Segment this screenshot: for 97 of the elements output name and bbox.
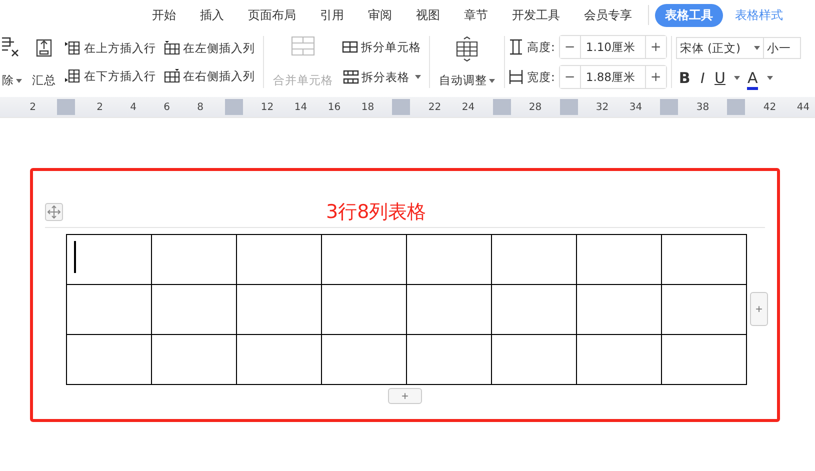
insert-button[interactable]: 在下方插入行	[65, 68, 156, 84]
table-cell[interactable]	[492, 234, 576, 284]
auto-fit-button[interactable]: 自动调整	[434, 30, 500, 94]
menu-tab[interactable]: 页面布局	[236, 6, 308, 24]
width-label: 宽度:	[527, 70, 555, 84]
table-cell[interactable]	[66, 284, 152, 334]
auto-fit-icon	[455, 36, 479, 62]
menu-tab[interactable]: 章节	[452, 6, 500, 24]
caret-icon	[16, 78, 22, 82]
delete-label: 除	[2, 73, 14, 88]
font-size-dropdown[interactable]: 小一	[764, 37, 801, 59]
ruler-number: 28	[528, 102, 543, 112]
table-cell[interactable]	[236, 234, 322, 284]
menu-tab[interactable]: 视图	[404, 6, 452, 24]
menu-tab[interactable]: 开发工具	[500, 6, 572, 24]
split-table-button[interactable]: 拆分表格	[342, 70, 420, 84]
table-cell[interactable]	[152, 284, 236, 334]
table-cell[interactable]	[236, 284, 322, 334]
ruler-number: 38	[695, 102, 710, 112]
ruler-number: 44	[796, 102, 811, 112]
table-cell[interactable]	[406, 234, 492, 284]
table-cell[interactable]	[406, 334, 492, 384]
caret-icon	[734, 76, 740, 80]
ruler-number: 32	[594, 102, 610, 112]
table-cell[interactable]	[576, 234, 662, 284]
ruler-number: 4	[129, 102, 138, 112]
column-marker[interactable]	[560, 99, 578, 115]
column-marker[interactable]	[392, 99, 410, 115]
insert-table-icon	[164, 41, 180, 55]
table-cell[interactable]	[322, 234, 406, 284]
table-cell[interactable]	[322, 284, 406, 334]
table-cell[interactable]	[152, 234, 236, 284]
delete-button[interactable]: 除	[2, 30, 27, 94]
insert-table-icon	[164, 69, 180, 83]
font-dropdown[interactable]: 宋体 (正文)	[676, 37, 764, 59]
menu-tab[interactable]: 审阅	[356, 6, 404, 24]
table-cell[interactable]	[152, 334, 236, 384]
caret-icon	[754, 46, 760, 50]
table-cell[interactable]	[66, 334, 152, 384]
ruler-number: 34	[628, 102, 644, 112]
insert-table-icon	[65, 69, 81, 83]
table-cell[interactable]	[662, 234, 746, 284]
ruler-number: 6	[162, 102, 171, 112]
ruler-number: 42	[762, 102, 778, 112]
row-height-icon	[509, 39, 523, 55]
ruler-number: 2	[96, 102, 104, 112]
menu-tab[interactable]: 插入	[188, 6, 236, 24]
ruler-number: 14	[293, 102, 308, 112]
ruler-number: 24	[460, 102, 476, 112]
column-width-icon	[509, 69, 523, 85]
merge-cells-icon	[291, 36, 315, 56]
column-marker[interactable]	[660, 99, 678, 115]
ruler-number: 12	[260, 102, 275, 112]
font-color-button[interactable]: A	[744, 69, 761, 87]
summary-button[interactable]: 汇总	[27, 30, 61, 94]
table-cell[interactable]	[662, 284, 746, 334]
insert-button[interactable]: 在上方插入行	[65, 40, 156, 56]
column-marker[interactable]	[57, 99, 76, 115]
insert-table-icon	[65, 41, 81, 55]
document-title: 3行8列表格	[326, 200, 426, 225]
table-cell[interactable]	[406, 284, 492, 334]
menu-tab[interactable]: 开始	[140, 6, 188, 24]
underline-button[interactable]: U	[711, 69, 728, 87]
split-cells-button[interactable]: 拆分单元格	[342, 40, 421, 54]
table-cell[interactable]	[576, 334, 662, 384]
ruler-number: 8	[196, 102, 204, 112]
column-marker[interactable]	[224, 99, 243, 115]
ruler-number: 16	[326, 102, 342, 112]
add-row-button[interactable]: +	[388, 388, 422, 404]
add-column-button[interactable]: +	[750, 292, 768, 326]
split-cells-icon	[342, 40, 358, 54]
column-marker[interactable]	[492, 99, 511, 115]
menu-tab[interactable]: 会员专享	[572, 6, 644, 24]
table-cell[interactable]	[492, 284, 576, 334]
table-cell[interactable]	[492, 334, 576, 384]
insert-button[interactable]: 在左侧插入列	[164, 40, 255, 56]
caret-icon	[489, 78, 495, 82]
ruler-number: 18	[360, 102, 376, 112]
table-cell[interactable]	[322, 334, 406, 384]
text-cursor	[74, 241, 76, 273]
move-icon[interactable]	[45, 203, 63, 221]
split-table-icon	[342, 70, 358, 84]
height-label: 高度:	[527, 40, 555, 54]
menu-tab[interactable]: 引用	[308, 6, 356, 24]
bold-button[interactable]: B	[676, 69, 694, 87]
caret-icon	[766, 76, 773, 80]
caret-icon	[414, 75, 420, 79]
ruler-number: 2	[28, 102, 37, 112]
table-cell[interactable]	[66, 234, 152, 284]
table-cell[interactable]	[236, 334, 322, 384]
italic-button[interactable]: I	[697, 70, 708, 86]
auto-fit-label: 自动调整	[439, 73, 487, 88]
column-marker[interactable]	[727, 99, 746, 115]
ruler-number: 22	[427, 102, 442, 112]
insert-button[interactable]: 在右侧插入列	[164, 68, 255, 84]
table-cell[interactable]	[662, 334, 746, 384]
table-cell[interactable]	[576, 284, 662, 334]
